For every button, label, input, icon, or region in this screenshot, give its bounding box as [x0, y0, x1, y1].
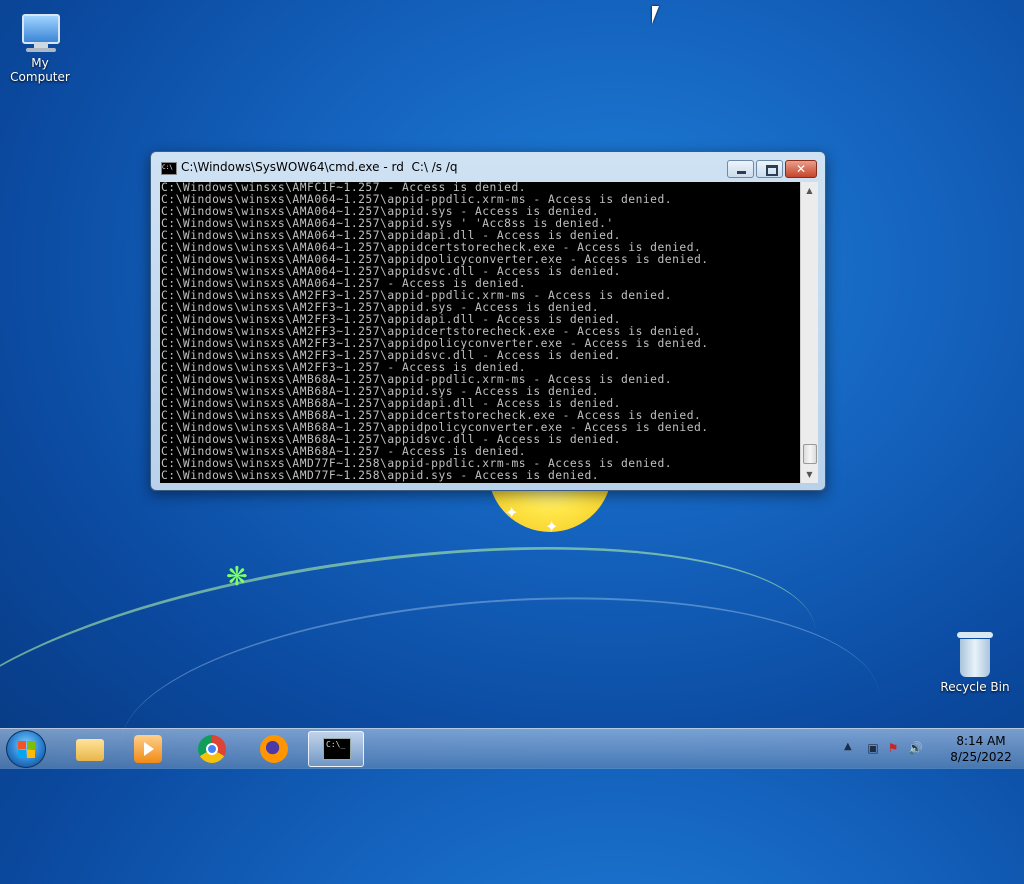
taskbar-firefox[interactable]: [246, 731, 302, 767]
network-icon[interactable]: ▣: [866, 741, 880, 755]
window-title: C:\Windows\SysWOW64\cmd.exe - rd C:\ /s …: [181, 160, 458, 174]
desktop-icon-label: My Computer: [10, 56, 70, 84]
vertical-scrollbar[interactable]: ▲ ▼: [800, 182, 818, 483]
taskbar-explorer[interactable]: [62, 731, 118, 767]
sparkle-icon: ✦: [545, 517, 559, 536]
desktop-icon-label: Recycle Bin: [940, 680, 1010, 694]
sparkle-icon: ✦: [505, 503, 519, 522]
scroll-up-arrow-icon[interactable]: ▲: [801, 182, 818, 199]
close-icon: ✕: [795, 162, 807, 176]
taskbar-chrome[interactable]: [184, 731, 240, 767]
window-titlebar[interactable]: C:\ C:\Windows\SysWOW64\cmd.exe - rd C:\…: [151, 152, 825, 182]
maximize-button[interactable]: [756, 160, 783, 178]
console-line: C:\Windows\winsxs\AMD77F~1.258\appid.sys…: [161, 469, 600, 482]
scrollbar-thumb[interactable]: [803, 444, 817, 464]
clock-time: 8:14 AM: [956, 734, 1006, 748]
console-text: C:\Windows\winsxs\AMFC1F~1.257 - Access …: [160, 182, 800, 482]
minimize-icon: [737, 171, 746, 174]
windows-logo-icon: [18, 741, 36, 759]
maximize-icon: [766, 165, 778, 176]
cmd-icon[interactable]: C:\: [161, 162, 177, 175]
recycle-bin-icon: [957, 632, 993, 678]
taskbar-cmd[interactable]: C:\_: [308, 731, 364, 767]
volume-icon[interactable]: 🔊: [908, 741, 923, 755]
scroll-down-arrow-icon[interactable]: ▼: [801, 466, 818, 483]
taskbar-media-player[interactable]: [120, 731, 176, 767]
mouse-cursor-icon: [652, 6, 659, 24]
system-tray: ▲ ▣ ⚑ 🔊 8:14 AM 8/25/2022: [834, 729, 1024, 769]
folder-icon: [76, 739, 104, 761]
computer-icon: [18, 10, 62, 54]
desktop-icon-my-computer[interactable]: My Computer: [0, 10, 80, 84]
wallpaper-leaf-icon: ❋: [226, 562, 248, 592]
show-hidden-icons-arrow-icon[interactable]: ▲: [844, 741, 852, 752]
firefox-icon: [260, 735, 288, 763]
desktop-icon-recycle-bin[interactable]: Recycle Bin: [935, 632, 1015, 694]
close-button[interactable]: ✕: [785, 160, 817, 178]
minimize-button[interactable]: [727, 160, 754, 178]
media-player-icon: [134, 735, 162, 763]
taskbar: C:\_ ▲ ▣ ⚑ 🔊 8:14 AM 8/25/2022: [0, 728, 1024, 769]
start-button[interactable]: [6, 730, 46, 768]
console-output[interactable]: C:\Windows\winsxs\AMFC1F~1.257 - Access …: [160, 182, 800, 483]
clock[interactable]: 8:14 AM 8/25/2022: [944, 733, 1018, 765]
clock-date: 8/25/2022: [950, 750, 1012, 764]
action-center-icon[interactable]: ⚑: [886, 741, 900, 755]
cmd-window[interactable]: C:\ C:\Windows\SysWOW64\cmd.exe - rd C:\…: [150, 151, 826, 491]
chrome-icon: [198, 735, 226, 763]
cmd-icon: C:\_: [323, 738, 351, 760]
